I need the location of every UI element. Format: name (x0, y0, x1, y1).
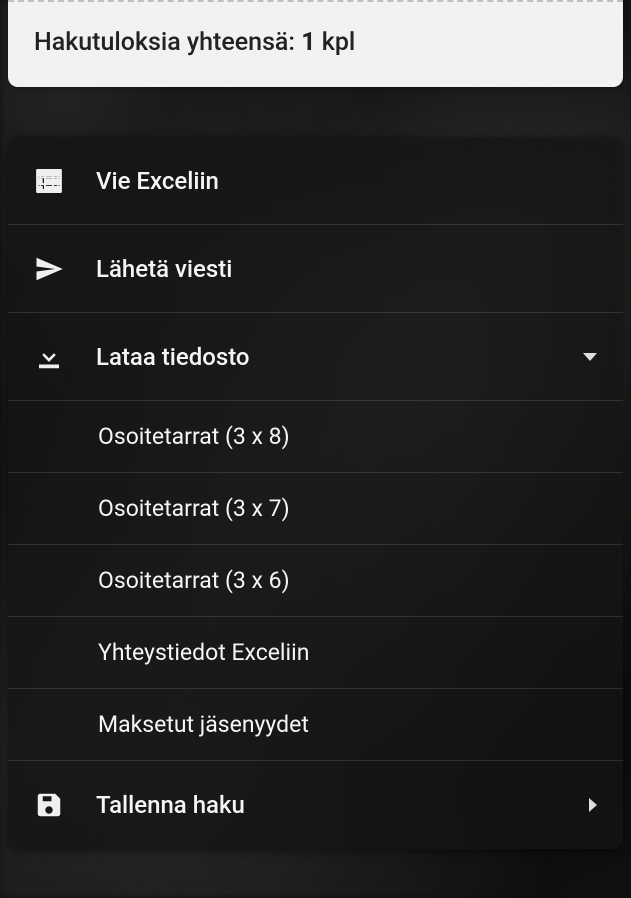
contacts-excel-label: Yhteystiedot Exceliin (98, 639, 309, 666)
labels-3x7-item[interactable]: Osoitetarrat (3 x 7) (8, 473, 623, 545)
results-summary-card: Hakutuloksia yhteensä: 1 kpl (8, 0, 623, 87)
paid-memberships-item[interactable]: Maksetut jäsenyydet (8, 689, 623, 761)
send-message-label: Lähetä viesti (96, 255, 232, 283)
chevron-down-icon (583, 353, 597, 361)
save-search-label: Tallenna haku (96, 791, 245, 819)
chevron-right-icon (589, 798, 597, 812)
labels-3x8-item[interactable]: Osoitetarrat (3 x 8) (8, 401, 623, 473)
labels-3x6-item[interactable]: Osoitetarrat (3 x 6) (8, 545, 623, 617)
results-count: 1 (301, 28, 315, 57)
labels-3x8-label: Osoitetarrat (3 x 8) (98, 423, 290, 450)
download-file-item[interactable]: Lataa tiedosto (8, 313, 623, 401)
export-excel-label: Vie Exceliin (96, 167, 219, 195)
paper-plane-icon (34, 254, 96, 284)
save-search-item[interactable]: Tallenna haku (8, 761, 623, 849)
send-message-item[interactable]: Lähetä viesti (8, 225, 623, 313)
download-file-label: Lataa tiedosto (96, 343, 250, 371)
contacts-excel-item[interactable]: Yhteystiedot Exceliin (8, 617, 623, 689)
download-icon (34, 342, 96, 372)
export-excel-item[interactable]: Vie Exceliin (8, 137, 623, 225)
paid-memberships-label: Maksetut jäsenyydet (98, 711, 309, 738)
save-icon (34, 790, 96, 820)
labels-3x6-label: Osoitetarrat (3 x 6) (98, 567, 290, 594)
results-label: Hakutuloksia yhteensä: (34, 28, 301, 57)
table-icon (34, 166, 96, 196)
results-summary-text: Hakutuloksia yhteensä: 1 kpl (34, 28, 355, 57)
results-unit: kpl (316, 28, 356, 57)
actions-menu: Vie Exceliin Lähetä viesti Lataa tiedost… (8, 137, 623, 849)
labels-3x7-label: Osoitetarrat (3 x 7) (98, 495, 290, 522)
